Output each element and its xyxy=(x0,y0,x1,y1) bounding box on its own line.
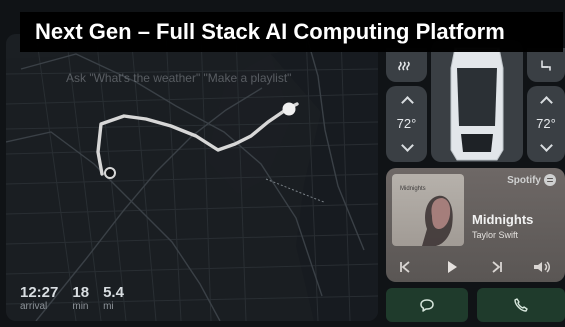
left-temperature: 72° xyxy=(396,116,417,131)
right-seat-control[interactable] xyxy=(527,48,565,82)
message-icon xyxy=(420,299,434,312)
album-text: Midnights xyxy=(400,186,426,192)
media-controls xyxy=(386,259,565,275)
eta-arrival: 12:27 arrival xyxy=(20,285,58,312)
volume-icon[interactable] xyxy=(532,259,550,275)
left-temperature-control: 72° xyxy=(386,86,427,162)
decrease-temp-left-button[interactable] xyxy=(400,139,414,152)
arrival-time: 12:27 xyxy=(20,284,59,301)
vehicle-status-panel xyxy=(431,40,523,162)
right-temperature: 72° xyxy=(536,116,556,131)
album-art xyxy=(422,195,453,246)
eta-distance: 5.4 mi xyxy=(103,285,124,312)
increase-temp-left-button[interactable] xyxy=(400,96,414,109)
minutes-label: min xyxy=(72,301,89,312)
right-temperature-control: 72° xyxy=(527,86,565,162)
seat-heat-icon xyxy=(398,61,410,71)
distance-value: 5.4 xyxy=(103,284,124,301)
play-icon[interactable] xyxy=(444,259,460,275)
spotify-icon xyxy=(544,174,556,186)
voice-hint: Ask "What's the weather" "Make a playlis… xyxy=(66,71,292,85)
album-cover: Midnights xyxy=(392,174,464,246)
increase-temp-right-button[interactable] xyxy=(540,96,553,109)
car-icon xyxy=(450,47,504,161)
next-icon[interactable] xyxy=(490,259,504,275)
minutes-value: 18 xyxy=(72,284,90,301)
seat-icon xyxy=(541,60,551,71)
decrease-temp-right-button[interactable] xyxy=(540,139,553,152)
artist-name: Taylor Swift xyxy=(472,230,519,240)
message-button[interactable] xyxy=(386,288,468,322)
previous-icon[interactable] xyxy=(398,259,412,275)
eta-minutes: 18 min xyxy=(72,285,89,312)
phone-icon xyxy=(514,298,528,312)
media-player: Midnights Spotify Midnights Taylor Swift xyxy=(386,168,565,282)
navigation-map[interactable]: Ask "What's the weather" "Make a playlis… xyxy=(6,34,378,321)
dashboard-screen: Ask "What's the weather" "Make a playlis… xyxy=(0,0,565,327)
distance-label: mi xyxy=(103,301,114,312)
page-title: Next Gen – Full Stack AI Computing Platf… xyxy=(20,12,563,52)
song-title: Midnights xyxy=(472,212,534,227)
arrival-label: arrival xyxy=(20,301,48,312)
spotify-label: Spotify xyxy=(507,175,541,186)
left-seat-control[interactable] xyxy=(386,48,427,82)
phone-button[interactable] xyxy=(477,288,565,322)
eta-summary: 12:27 arrival 18 min 5.4 mi xyxy=(20,285,124,312)
